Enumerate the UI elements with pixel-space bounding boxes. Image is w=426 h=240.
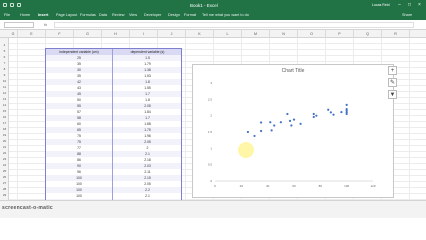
- data-point: [332, 113, 335, 116]
- data-point: [279, 121, 282, 124]
- ribbon-tabs: File Home Insert Page Layout Formulas Da…: [0, 11, 426, 20]
- tab-formulas[interactable]: Formulas: [80, 13, 96, 17]
- data-point: [345, 108, 348, 111]
- chart-styles-button[interactable]: ✎: [388, 78, 397, 87]
- data-point: [246, 130, 250, 134]
- tell-me-box[interactable]: Tell me what you want to do: [202, 13, 249, 17]
- tab-view[interactable]: View: [129, 13, 137, 17]
- data-point: [259, 129, 263, 133]
- maximize-icon[interactable]: □: [408, 2, 411, 8]
- column-header[interactable]: Q: [354, 30, 382, 38]
- scatter-chart[interactable]: 0 20 40 60 80 100 120 0 0.5 1 1.5 2 2.5 3 Chart Title: [192, 64, 394, 198]
- tab-page-layout[interactable]: Page Layout: [56, 13, 77, 17]
- chart-plot-area: 0 20 40 60 80 100 120 0 0.5 1 1.5 2 2.5 3: [208, 81, 376, 188]
- cursor-highlight: [238, 142, 254, 158]
- watermark-text: screencast-o-matic: [2, 205, 53, 211]
- data-point: [340, 110, 343, 114]
- column-header[interactable]: F: [46, 30, 74, 38]
- redo-icon[interactable]: [17, 3, 21, 7]
- y-tick-label: 1.5: [208, 130, 213, 134]
- data-point: [286, 112, 289, 116]
- column-header[interactable]: O: [298, 30, 326, 38]
- sheet-tabs-bar: [0, 200, 426, 210]
- tab-file[interactable]: File: [4, 13, 10, 17]
- data-point: [327, 108, 330, 111]
- y-tick-label: 0.5: [208, 163, 213, 167]
- data-point: [312, 115, 315, 119]
- column-header[interactable]: M: [242, 30, 270, 38]
- column-header[interactable]: E: [18, 30, 46, 38]
- formula-input[interactable]: [54, 22, 414, 28]
- x-tick-label: 0: [214, 184, 216, 188]
- x-tick-label: 40: [266, 184, 270, 188]
- y-tick-label: 0: [210, 179, 212, 183]
- tab-review[interactable]: Review: [112, 13, 124, 17]
- column-header[interactable]: P: [326, 30, 354, 38]
- column-header[interactable]: K: [186, 30, 214, 38]
- column-header[interactable]: G: [9, 30, 18, 38]
- tab-design[interactable]: Design: [168, 13, 180, 17]
- data-point: [345, 103, 348, 106]
- data-point: [270, 129, 273, 132]
- function-icon[interactable]: fx: [44, 22, 47, 27]
- data-point: [253, 134, 256, 138]
- y-tick-label: 2.5: [208, 97, 213, 101]
- column-header[interactable]: H: [102, 30, 130, 38]
- status-bar: [0, 210, 426, 218]
- x-tick-label: 60: [292, 184, 296, 188]
- tab-data[interactable]: Data: [99, 13, 107, 17]
- column-header[interactable]: L: [214, 30, 242, 38]
- tab-format[interactable]: Format: [184, 13, 196, 17]
- chart-title[interactable]: Chart Title: [193, 68, 393, 74]
- row-headers: 4 5 6 7 8 9 10 11 12 13 14 15 16 17 18 19 20 21 22 23 24 25 26…: [0, 38, 9, 210]
- save-icon[interactable]: [3, 3, 7, 7]
- column-header[interactable]: J: [158, 30, 186, 38]
- data-point: [259, 121, 263, 124]
- user-name[interactable]: Lucas Reid: [372, 3, 390, 7]
- undo-icon[interactable]: [10, 3, 14, 7]
- y-tick-label: 3: [210, 81, 212, 85]
- x-tick-label: 20: [240, 184, 244, 188]
- data-point: [273, 124, 276, 127]
- data-point: [288, 119, 292, 122]
- tab-insert[interactable]: Insert: [38, 13, 48, 17]
- column-header[interactable]: N: [270, 30, 298, 38]
- data-point: [345, 111, 348, 114]
- column-headers: GEFGHIJKLMNOPQR: [0, 30, 426, 38]
- document-title: Book1 - Excel: [190, 3, 218, 8]
- column-header[interactable]: G: [74, 30, 102, 38]
- name-box[interactable]: [4, 22, 34, 28]
- x-tick-label: 80: [319, 184, 323, 188]
- x-tick-label: 120: [370, 184, 375, 188]
- y-tick-label: 2: [210, 114, 212, 118]
- title-bar: Book1 - Excel Lucas Reid – □ ×: [0, 0, 426, 11]
- column-header[interactable]: I: [130, 30, 158, 38]
- minimize-icon[interactable]: –: [398, 2, 401, 8]
- column-header[interactable]: R: [382, 30, 410, 38]
- tab-home[interactable]: Home: [20, 13, 30, 17]
- formula-bar: fx: [0, 20, 426, 30]
- data-point: [315, 114, 318, 117]
- data-table: independent variable (cm) dependent varia…: [45, 48, 182, 206]
- data-point: [269, 121, 272, 124]
- share-button[interactable]: Share: [402, 13, 412, 17]
- x-tick-label: 100: [344, 184, 349, 188]
- close-icon[interactable]: ×: [418, 2, 421, 8]
- y-tick-label: 1: [210, 146, 212, 150]
- chart-filters-button[interactable]: ▼: [388, 90, 397, 99]
- data-point: [312, 112, 315, 116]
- data-point: [329, 111, 332, 114]
- data-point: [290, 124, 293, 127]
- chart-elements-button[interactable]: +: [388, 66, 397, 75]
- excel-window: Book1 - Excel Lucas Reid – □ × File Home…: [0, 0, 426, 218]
- data-point: [299, 122, 302, 125]
- data-point: [292, 118, 296, 121]
- tab-developer[interactable]: Developer: [144, 13, 161, 17]
